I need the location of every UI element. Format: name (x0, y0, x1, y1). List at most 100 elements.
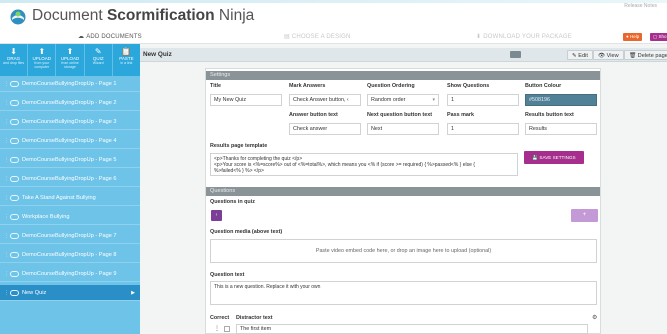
question-nav-button[interactable]: ‹ (211, 210, 222, 221)
drag-handle-icon[interactable]: ⋮ (4, 228, 9, 244)
page-header-bar: New Quiz ✎ Edit 👁 View 🗑 Delete page (140, 48, 667, 62)
steps-bar: ☁ ADD DOCUMENTS ▤ CHOOSE A DESIGN ⬇ DOWNLOA… (0, 30, 667, 44)
answer-button-label: Answer button text (289, 112, 338, 118)
next-button-input[interactable]: Next (367, 123, 439, 135)
view-button[interactable]: 👁 View (593, 50, 624, 60)
questions-in-quiz-label: Questions in quiz (210, 199, 255, 205)
results-button-input[interactable]: Results (525, 123, 597, 135)
correct-label: Correct (210, 315, 230, 321)
media-dropzone[interactable]: Paste video embed code here, or drop an … (210, 239, 597, 263)
visibility-toggle-icon[interactable] (10, 290, 19, 296)
visibility-toggle-icon[interactable] (10, 100, 19, 106)
answer-button-input[interactable]: Check answer (289, 123, 361, 135)
page-list: ⋮ DemoCourseBullyingDropUp - Page 1 ⋮ Demo… (0, 76, 140, 334)
drag-handle-icon[interactable]: ⋮ (4, 190, 9, 206)
drag-handle-icon[interactable]: ⋮ (4, 133, 9, 149)
mark-answers-select[interactable]: Check Answer button, ‹ (289, 94, 361, 106)
pass-mark-input[interactable]: 1 (447, 123, 519, 135)
visibility-toggle-icon[interactable] (10, 252, 19, 258)
document-tools: ⬇ DRAG and drop files ⬆ UPLOAD from your com… (0, 44, 140, 76)
add-question-button[interactable]: + (571, 209, 598, 222)
visibility-toggle-icon[interactable] (10, 233, 19, 239)
sidebar-item[interactable]: ⋮ DemoCourseBullyingDropUp - Page 9 (0, 266, 140, 282)
sidebar-item[interactable]: ⋮ DemoCourseBullyingDropUp - Page 8 (0, 247, 140, 263)
button-colour-label: Button Colour (525, 83, 562, 89)
clipboard-icon: 📋 (121, 47, 132, 56)
next-button-label: Next question button text (367, 112, 432, 118)
step-add-documents[interactable]: ☁ ADD DOCUMENTS (78, 33, 142, 40)
download-icon: ⬇ (10, 47, 17, 56)
quiz-editor: Settings Title My New Quiz Mark Answers … (205, 68, 601, 334)
keyboard-icon[interactable] (510, 51, 521, 58)
save-settings-button[interactable]: 💾 SAVE SETTINGS (524, 151, 584, 164)
distractor-label: Distractor text (236, 315, 273, 321)
distractor-input[interactable]: The first item (236, 324, 588, 334)
release-notes-link[interactable]: Release Notes (624, 3, 657, 9)
sidebar-item[interactable]: ⋮ Workplace Bullying (0, 209, 140, 225)
delete-page-button[interactable]: 🗑 Delete page (624, 50, 667, 60)
results-button-label: Results button text (525, 112, 574, 118)
cloud-icon: ☁ (78, 34, 85, 40)
visibility-toggle-icon[interactable] (10, 176, 19, 182)
quiz-wizard-tool[interactable]: ✎ QUIZ Wizard (85, 44, 113, 76)
correct-checkbox[interactable] (224, 326, 230, 332)
visibility-toggle-icon[interactable] (10, 157, 19, 163)
drag-handle-icon[interactable]: ⋮ (4, 76, 9, 92)
question-ordering-select[interactable]: Random order (367, 94, 439, 106)
drag-handle-icon[interactable]: ⋮ (4, 114, 9, 130)
results-template-textarea[interactable]: <p>Thanks for completing the quiz </p> <… (210, 153, 518, 176)
gear-icon[interactable]: ⚙ (592, 314, 597, 321)
drag-handle-icon[interactable]: ⋮ (4, 95, 9, 111)
show-questions-label: Show Questions (447, 83, 490, 89)
visibility-toggle-icon[interactable] (10, 195, 19, 201)
app-title: Document Scormification Ninja (32, 7, 255, 24)
upload-online-tool[interactable]: ⬆ UPLOAD from online storage (56, 44, 85, 76)
drag-handle-icon[interactable]: ⋮ (4, 209, 9, 225)
sidebar-item[interactable]: ⋮ DemoCourseBullyingDropUp - Page 5 (0, 152, 140, 168)
question-text-textarea[interactable]: This is a new question. Replace it with … (210, 281, 597, 305)
sidebar-item[interactable]: ⋮ DemoCourseBullyingDropUp - Page 3 (0, 114, 140, 130)
drag-handle-icon[interactable]: ⋮ (4, 171, 9, 187)
step-download-package[interactable]: ⬇ DOWNLOAD YOUR PACKAGE (476, 33, 572, 40)
drag-handle-icon[interactable]: ⋮ (214, 325, 220, 332)
questions-header: Questions (206, 187, 600, 196)
edit-button[interactable]: ✎ Edit (567, 50, 593, 60)
download-icon: ⬇ (476, 34, 482, 40)
step-choose-design[interactable]: ▤ CHOOSE A DESIGN (284, 33, 351, 40)
drag-handle-icon[interactable]: ⋮ (4, 266, 9, 282)
layout-icon: ▤ (284, 34, 290, 40)
visibility-toggle-icon[interactable] (10, 138, 19, 144)
drag-handle-icon[interactable]: ⋮ (4, 247, 9, 263)
paste-link-tool[interactable]: 📋 PASTE in a link (113, 44, 140, 76)
header-accent (0, 0, 667, 3)
sidebar-item[interactable]: ⋮ DemoCourseBullyingDropUp - Page 1 (0, 76, 140, 92)
question-text-label: Question text (210, 272, 245, 278)
page-name: New Quiz (143, 51, 172, 58)
title-label: Title (210, 83, 221, 89)
sidebar-item[interactable]: ⋮ DemoCourseBullyingDropUp - Page 2 (0, 95, 140, 111)
visibility-toggle-icon[interactable] (10, 119, 19, 125)
button-colour-input[interactable]: #508196 (525, 94, 597, 106)
settings-header: Settings (206, 71, 600, 80)
question-media-label: Question media (above text) (210, 229, 283, 235)
drag-handle-icon[interactable]: ⋮ (4, 285, 9, 301)
sidebar-item-new-quiz[interactable]: ⋮ New Quiz ▶ (0, 285, 140, 301)
arrow-right-icon: ▶ (131, 290, 135, 296)
drag-drop-tool[interactable]: ⬇ DRAG and drop files (0, 44, 29, 76)
sidebar-item[interactable]: ⋮ DemoCourseBullyingDropUp - Page 4 (0, 133, 140, 149)
sidebar-item[interactable]: ⋮ DemoCourseBullyingDropUp - Page 7 (0, 228, 140, 244)
title-input[interactable]: My New Quiz (210, 94, 282, 106)
show-button[interactable]: ▢ Sho (650, 33, 667, 41)
help-button[interactable]: ● Help (623, 33, 643, 41)
app-header: Document Scormification Ninja Release No… (0, 0, 667, 30)
upload-computer-tool[interactable]: ⬆ UPLOAD from your computer (28, 44, 57, 76)
mark-answers-label: Mark Answers (289, 83, 326, 89)
sidebar-item[interactable]: ⋮ Take A Stand Against Bullying (0, 190, 140, 206)
sidebar-item[interactable]: ⋮ DemoCourseBullyingDropUp - Page 6 (0, 171, 140, 187)
visibility-toggle-icon[interactable] (10, 81, 19, 87)
visibility-toggle-icon[interactable] (10, 271, 19, 277)
question-ordering-label: Question Ordering (367, 83, 415, 89)
drag-handle-icon[interactable]: ⋮ (4, 152, 9, 168)
show-questions-input[interactable]: 1 (447, 94, 519, 106)
visibility-toggle-icon[interactable] (10, 214, 19, 220)
